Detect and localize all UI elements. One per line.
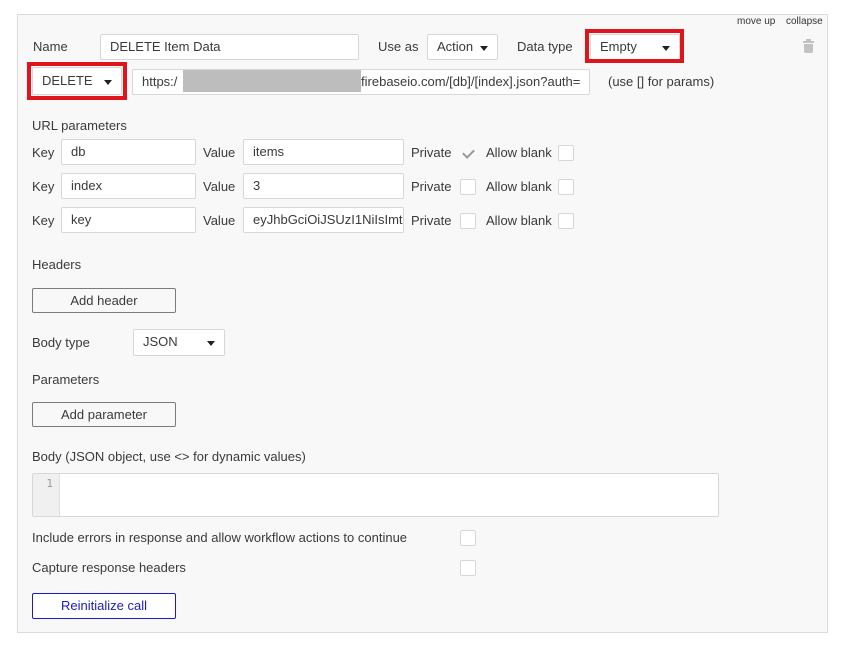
caret-down-icon — [207, 341, 215, 346]
move-up-link[interactable]: move up — [737, 16, 775, 27]
param-allow-blank-label: Allow blank — [486, 179, 552, 194]
param-key-input[interactable]: index — [61, 173, 196, 199]
param-private-checkbox[interactable] — [460, 213, 476, 229]
url-hint: (use [] for params) — [608, 74, 715, 89]
param-private-label: Private — [411, 179, 452, 194]
headers-title: Headers — [32, 257, 82, 272]
body-type-dropdown[interactable]: JSON — [133, 329, 225, 356]
param-key-label: Key — [32, 213, 55, 228]
param-value-input[interactable]: items — [243, 139, 404, 165]
redacted-url-part — [183, 70, 361, 92]
parameters-title: Parameters — [32, 372, 100, 387]
collapse-link[interactable]: collapse — [786, 16, 823, 27]
param-allow-blank-checkbox[interactable] — [558, 213, 574, 229]
trash-icon[interactable] — [803, 39, 814, 53]
param-allow-blank-checkbox[interactable] — [558, 179, 574, 195]
param-value-input[interactable]: eyJhbGciOiJSUzI1NiIsImtp — [243, 207, 404, 233]
param-private-checkbox[interactable] — [460, 179, 476, 195]
data-type-highlight — [585, 29, 684, 63]
use-as-label: Use as — [378, 39, 419, 54]
line-number-gutter: 1 — [33, 474, 60, 516]
include-errors-label: Include errors in response and allow wor… — [32, 530, 408, 545]
param-allow-blank-label: Allow blank — [486, 145, 552, 160]
capture-headers-label: Capture response headers — [32, 560, 186, 575]
param-key-input[interactable]: key — [61, 207, 196, 233]
body-label: Body (JSON object, use <> for dynamic va… — [32, 449, 306, 464]
param-allow-blank-checkbox[interactable] — [558, 145, 574, 161]
url-prefix: https:/ — [142, 74, 178, 89]
param-allow-blank-label: Allow blank — [486, 213, 552, 228]
param-value-label: Value — [203, 145, 236, 160]
use-as-value: Action — [437, 39, 474, 54]
param-value-input[interactable]: 3 — [243, 173, 404, 199]
body-type-value: JSON — [143, 334, 178, 349]
name-input[interactable]: DELETE Item Data — [100, 34, 359, 60]
name-label: Name — [33, 39, 68, 54]
reinitialize-call-button[interactable]: Reinitialize call — [32, 593, 176, 619]
include-errors-checkbox[interactable] — [460, 530, 476, 546]
data-type-label: Data type — [517, 39, 573, 54]
param-key-input[interactable]: db — [61, 139, 196, 165]
add-parameter-button[interactable]: Add parameter — [32, 402, 176, 427]
param-value-label: Value — [203, 213, 236, 228]
capture-headers-checkbox[interactable] — [460, 560, 476, 576]
body-type-label: Body type — [32, 335, 90, 350]
use-as-dropdown[interactable]: Action — [427, 34, 498, 60]
param-key-label: Key — [32, 145, 55, 160]
url-suffix: .firebaseio.com/[db]/[index].json?auth= — [357, 74, 581, 89]
caret-down-icon — [480, 46, 488, 51]
method-highlight — [27, 62, 127, 100]
url-parameters-title: URL parameters — [32, 118, 127, 133]
body-editor[interactable]: 1 — [32, 473, 719, 517]
checkmark-icon — [462, 146, 475, 159]
param-private-checkbox[interactable] — [460, 145, 476, 161]
param-private-label: Private — [411, 213, 452, 228]
add-header-button[interactable]: Add header — [32, 288, 176, 313]
param-value-label: Value — [203, 179, 236, 194]
param-private-label: Private — [411, 145, 452, 160]
param-key-label: Key — [32, 179, 55, 194]
